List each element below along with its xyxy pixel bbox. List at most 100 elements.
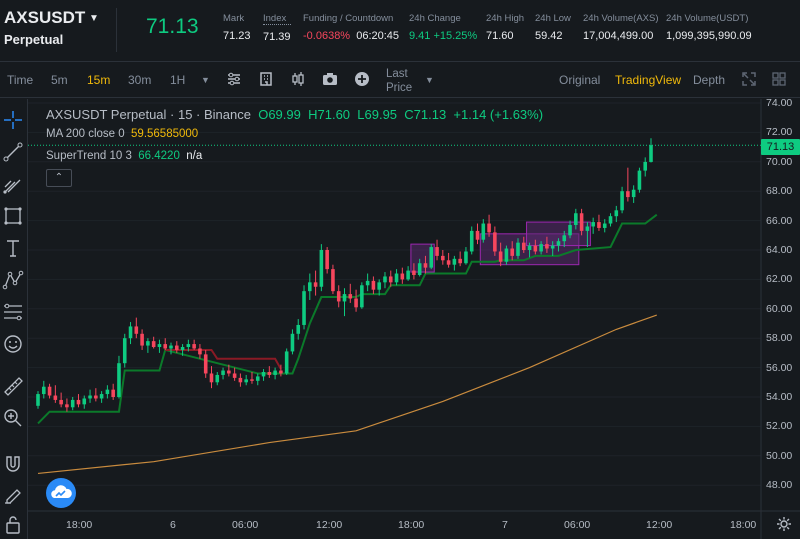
candle-body <box>65 404 69 408</box>
stat-value: 17,004,499.00 <box>583 30 654 42</box>
text-tool-icon[interactable] <box>2 237 24 259</box>
candle-body <box>284 351 289 374</box>
price-source-chevron-icon[interactable]: ▼ <box>425 75 434 85</box>
price-axis-label: 64.00 <box>766 244 793 256</box>
drawing-tools-sidebar <box>0 99 28 539</box>
candle-body <box>608 216 613 224</box>
candle-body <box>585 226 590 231</box>
candle-body <box>232 373 237 378</box>
stat-label: Funding / Countdown <box>303 13 394 24</box>
view-depth[interactable]: Depth <box>693 73 725 87</box>
pattern-tool-icon[interactable] <box>2 269 24 291</box>
lock-icon[interactable] <box>2 513 24 535</box>
add-indicator-icon[interactable] <box>354 71 370 87</box>
interval-15m[interactable]: 15m <box>87 73 110 87</box>
candle-body <box>620 191 624 211</box>
stay-drawing-icon[interactable] <box>2 483 24 505</box>
candle-body <box>377 282 381 290</box>
collapse-legend-button[interactable]: ⌃ <box>46 169 72 187</box>
candle-body <box>279 370 283 374</box>
candle-body <box>128 326 133 339</box>
time-axis-label: 06:00 <box>232 519 259 531</box>
last-price: 71.13 <box>146 15 199 38</box>
chart-canvas[interactable] <box>28 99 800 539</box>
ruler-icon[interactable] <box>2 375 24 397</box>
pitchfork-icon[interactable] <box>2 173 24 195</box>
stat-index[interactable]: Index 71.39 <box>263 13 291 43</box>
view-tradingview[interactable]: TradingView <box>615 73 681 87</box>
candle-body <box>267 372 272 375</box>
symbol-dropdown-icon[interactable]: ▼ <box>89 13 99 24</box>
symbol-name[interactable]: AXSUSDT <box>4 8 85 28</box>
candle-body <box>469 230 474 252</box>
cloud-icon <box>51 485 72 498</box>
ma-legend[interactable]: MA 200 close 0 59.56585000 <box>46 128 198 140</box>
zoom-in-icon[interactable] <box>2 407 24 429</box>
price-axis-label: 48.00 <box>766 479 793 492</box>
layout-icon[interactable] <box>258 71 274 87</box>
view-original[interactable]: Original <box>559 73 600 87</box>
legend-title: AXSUSDT Perpetual · 15 · Binance <box>46 107 251 122</box>
camera-icon[interactable] <box>322 71 338 87</box>
candle-body <box>180 347 185 350</box>
stat-label: 24h Change <box>409 13 461 24</box>
candle-body <box>487 223 491 233</box>
candle-body <box>516 242 520 256</box>
rectangle-tool-icon[interactable] <box>2 205 24 227</box>
supertrend-na: n/a <box>186 150 203 162</box>
magnet-icon[interactable] <box>2 453 24 475</box>
chart-toolbar: Time 5m 15m 30m 1H ▼ Last Price ▼ Origin… <box>0 62 800 98</box>
time-axis-label: 12:00 <box>316 519 343 531</box>
candle-body <box>394 273 399 283</box>
candle-body <box>325 250 329 270</box>
candle-body <box>331 269 335 292</box>
candle-body <box>360 285 364 308</box>
emoji-icon[interactable] <box>2 333 24 355</box>
chart-settings-icon[interactable] <box>776 516 792 532</box>
stat-value: 71.23 <box>223 30 251 42</box>
candle-body <box>117 363 121 397</box>
candle-body <box>423 263 428 268</box>
candle-body <box>151 341 156 348</box>
fullscreen-icon[interactable] <box>741 71 757 87</box>
time-axis-label: 06:00 <box>564 519 591 531</box>
candle-body <box>255 376 260 381</box>
legend-open: O69.99 <box>258 107 301 122</box>
candle-body <box>36 394 40 406</box>
price-axis-label: 62.00 <box>766 273 793 286</box>
time-axis-label: 6 <box>170 519 176 531</box>
stat-label: 24h Volume(USDT) <box>666 13 749 24</box>
grid-layout-icon[interactable] <box>771 71 787 87</box>
legend-change: +1.14 (+1.63%) <box>453 107 544 122</box>
price-chart[interactable] <box>28 99 800 539</box>
tradingview-logo[interactable] <box>46 478 76 508</box>
interval-1h[interactable]: 1H <box>170 73 185 87</box>
candle-body <box>227 370 231 374</box>
stat-label: 24h High <box>486 13 525 24</box>
candle-body <box>169 345 173 349</box>
interval-30m[interactable]: 30m <box>128 73 151 87</box>
more-intervals-icon[interactable]: ▼ <box>201 75 210 85</box>
funding-rate: -0.0638% <box>303 30 351 42</box>
candle-body <box>244 379 248 383</box>
candle-body <box>637 170 642 190</box>
interval-5m[interactable]: 5m <box>51 73 68 87</box>
crosshair-icon[interactable] <box>2 109 24 131</box>
candle-body <box>122 338 127 364</box>
trend-line-icon[interactable] <box>2 141 24 163</box>
candle-body <box>354 298 358 308</box>
indicator-settings-icon[interactable] <box>226 71 242 87</box>
price-axis-label: 54.00 <box>766 391 793 403</box>
candle-body <box>614 210 619 217</box>
stat-value: 9.41 +15.25% <box>409 30 478 42</box>
candle-body <box>545 244 549 249</box>
supertrend-legend[interactable]: SuperTrend 10 3 66.4220 n/a <box>46 150 202 162</box>
candle-body <box>510 248 515 256</box>
price-source-select[interactable]: Last Price <box>386 67 422 95</box>
stat-24h-change: 24h Change 9.41 +15.25% <box>409 13 477 42</box>
fib-tool-icon[interactable] <box>2 301 24 323</box>
stat-value: 71.39 <box>263 31 291 43</box>
ma-label: MA 200 close 0 <box>46 128 125 140</box>
stat-label: 24h Low <box>535 13 571 24</box>
candle-style-icon[interactable] <box>290 71 306 87</box>
